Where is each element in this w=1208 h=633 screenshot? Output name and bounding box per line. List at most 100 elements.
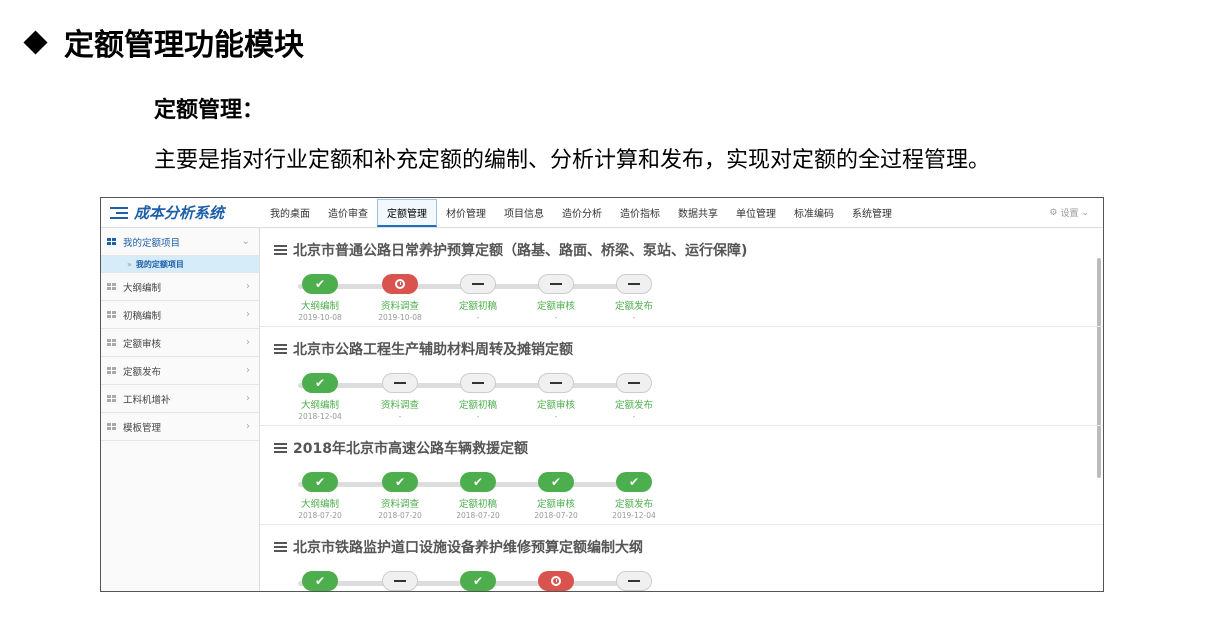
step-status-pill[interactable]: ✔ (302, 373, 338, 393)
progress-step[interactable]: 定额发布 - (594, 274, 674, 322)
step-status-pill[interactable] (538, 373, 574, 393)
progress-step[interactable]: ✔ 资料调查 2018-07-20 (360, 472, 440, 520)
step-label: 定额初稿 (458, 499, 497, 510)
grid-icon (107, 311, 116, 318)
step-label: 定额初稿 (458, 400, 497, 411)
step-status-pill[interactable] (538, 571, 574, 591)
step-status-pill[interactable] (616, 274, 652, 294)
sidebar-item-0[interactable]: 大纲编制 › (101, 273, 259, 301)
sidebar-item-2[interactable]: 定额审核 › (101, 329, 259, 357)
progress-step[interactable]: ✔ (280, 571, 360, 591)
step-status-pill[interactable] (616, 571, 652, 591)
progress-step[interactable]: ✔ 大纲编制 2018-07-20 (280, 472, 360, 520)
project-card[interactable]: 北京市普通公路日常养护预算定额（路基、路面、桥梁、泵站、运行保障) ✔ 大纲编制 20… (260, 228, 1103, 327)
step-label: 大纲编制 (300, 499, 339, 510)
progress-step[interactable]: ✔ 定额发布 2019-12-04 (594, 472, 674, 520)
nav-item-10[interactable]: 系统管理 (843, 198, 901, 227)
project-card[interactable]: 北京市公路工程生产辅助材料周转及摊销定额 ✔ 大纲编制 2018-12-04 资料调查 -… (260, 327, 1103, 426)
progress-step[interactable] (516, 571, 596, 591)
progress-step[interactable]: ✔ (438, 571, 518, 591)
sidebar-item-1[interactable]: 初稿编制 › (101, 301, 259, 329)
nav-item-4[interactable]: 项目信息 (495, 198, 553, 227)
step-status-pill[interactable] (382, 274, 418, 294)
progress-steps: ✔ 大纲编制 2018-12-04 资料调查 - 定额初稿 - 定额审核 - 定额发布 - (280, 373, 680, 433)
sidebar-item-5[interactable]: 模板管理 › (101, 413, 259, 441)
step-status-pill[interactable] (382, 571, 418, 591)
step-status-pill[interactable]: ✔ (302, 472, 338, 492)
app-logo[interactable]: 成本分析系统 (101, 202, 261, 223)
nav-item-6[interactable]: 造价指标 (611, 198, 669, 227)
sidebar-item-my-projects[interactable]: 我的定额项目 ⌄ (101, 228, 259, 256)
sidebar-subitem-my-projects[interactable]: » 我的定额项目 (101, 256, 259, 273)
step-date: - (398, 412, 402, 421)
step-status-pill[interactable]: ✔ (538, 472, 574, 492)
nav-item-9[interactable]: 标准编码 (785, 198, 843, 227)
step-status-pill[interactable]: ✔ (460, 571, 496, 591)
progress-step[interactable]: 定额审核 - (516, 274, 596, 322)
slide-title-text: 定额管理功能模块 (64, 28, 304, 63)
progress-step[interactable]: 资料调查 - (360, 373, 440, 421)
sidebar-item-4[interactable]: 工料机增补 › (101, 385, 259, 413)
progress-step[interactable]: 定额审核 - (516, 373, 596, 421)
settings-button[interactable]: ⚙ 设置 ⌄ (1049, 206, 1103, 220)
project-title-text: 2018年北京市高速公路车辆救援定额 (293, 441, 528, 457)
project-title[interactable]: 北京市普通公路日常养护预算定额（路基、路面、桥梁、泵站、运行保障) (274, 240, 747, 260)
progress-step[interactable]: 定额发布 - (594, 373, 674, 421)
progress-step[interactable]: ✔ 大纲编制 2019-10-08 (280, 274, 360, 322)
step-status-pill[interactable]: ✔ (616, 472, 652, 492)
settings-label: 设置 (1060, 209, 1079, 219)
step-date: - (476, 313, 480, 322)
bullet-icon: » (127, 259, 132, 269)
step-date: 2018-07-20 (534, 511, 578, 520)
step-status-pill[interactable]: ✔ (382, 472, 418, 492)
step-status-pill[interactable] (616, 373, 652, 393)
sidebar-item-3[interactable]: 定额发布 › (101, 357, 259, 385)
step-status-pill[interactable] (382, 373, 418, 393)
step-label: 定额发布 (614, 301, 653, 312)
step-date: - (632, 412, 636, 421)
dash-icon (394, 382, 406, 384)
nav-item-3[interactable]: 材价管理 (437, 198, 495, 227)
progress-step[interactable]: 定额初稿 - (438, 373, 518, 421)
sidebar-item-label: 我的定额项目 (123, 237, 181, 249)
progress-step[interactable] (594, 571, 674, 591)
step-status-pill[interactable] (460, 274, 496, 294)
dash-icon (628, 382, 640, 384)
progress-step[interactable]: ✔ 大纲编制 2018-12-04 (280, 373, 360, 421)
nav-item-0[interactable]: 我的桌面 (261, 198, 319, 227)
project-card[interactable]: 2018年北京市高速公路车辆救援定额 ✔ 大纲编制 2018-07-20 ✔ 资料调查 20… (260, 426, 1103, 525)
sidebar: 我的定额项目 ⌄ » 我的定额项目 大纲编制 › 初稿编制 › 定额审核 › 定额发布 › 工料… (101, 228, 260, 591)
step-status-pill[interactable] (538, 274, 574, 294)
step-label: 资料调查 (380, 499, 419, 510)
check-icon: ✔ (550, 475, 562, 489)
app-logo-text: 成本分析系统 (134, 204, 225, 222)
progress-step[interactable]: ✔ 定额审核 2018-07-20 (516, 472, 596, 520)
project-title-text: 北京市普通公路日常养护预算定额（路基、路面、桥梁、泵站、运行保障) (293, 243, 748, 259)
dash-icon (550, 283, 562, 285)
sidebar-item-label: 定额发布 (123, 366, 162, 378)
project-title[interactable]: 北京市铁路监护道口设施设备养护维修预算定额编制大纲 (274, 537, 643, 557)
clock-icon (551, 576, 561, 586)
dash-icon (394, 580, 406, 582)
project-card[interactable]: 北京市铁路监护道口设施设备养护维修预算定额编制大纲 ✔ ✔ (260, 525, 1103, 591)
step-status-pill[interactable]: ✔ (302, 274, 338, 294)
step-status-pill[interactable]: ✔ (460, 472, 496, 492)
step-status-pill[interactable]: ✔ (302, 571, 338, 591)
dash-icon (472, 283, 484, 285)
nav-item-5[interactable]: 造价分析 (553, 198, 611, 227)
chevron-right-icon: › (246, 393, 250, 404)
progress-step[interactable]: 资料调查 2019-10-08 (360, 274, 440, 322)
project-title[interactable]: 2018年北京市高速公路车辆救援定额 (274, 438, 528, 458)
nav-item-8[interactable]: 单位管理 (727, 198, 785, 227)
step-label: 定额初稿 (458, 301, 497, 312)
chevron-right-icon: › (246, 281, 250, 292)
step-status-pill[interactable] (460, 373, 496, 393)
nav-item-7[interactable]: 数据共享 (669, 198, 727, 227)
project-title[interactable]: 北京市公路工程生产辅助材料周转及摊销定额 (274, 339, 573, 359)
check-icon: ✔ (472, 475, 484, 489)
nav-item-2[interactable]: 定额管理 (377, 199, 437, 227)
progress-step[interactable]: ✔ 定额初稿 2018-07-20 (438, 472, 518, 520)
progress-step[interactable] (360, 571, 440, 591)
nav-item-1[interactable]: 造价审查 (319, 198, 377, 227)
progress-step[interactable]: 定额初稿 - (438, 274, 518, 322)
